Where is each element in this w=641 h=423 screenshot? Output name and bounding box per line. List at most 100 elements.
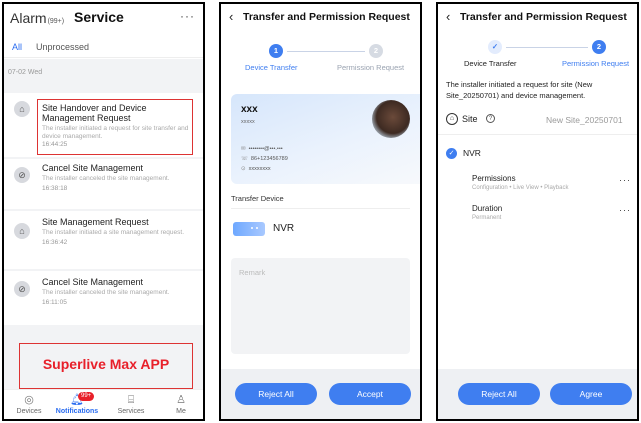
nav-devices[interactable]: ◎ Devices bbox=[4, 393, 54, 415]
devices-icon: ◎ bbox=[24, 394, 34, 406]
notification-list: 07-02 Wed ⌂ Site Handover and Device Man… bbox=[4, 59, 203, 389]
nav-notifications[interactable]: 🔔︎ 99+ Notifications bbox=[52, 392, 102, 415]
bottom-nav: ◎ Devices 🔔︎ 99+ Notifications ⌸ Service… bbox=[4, 389, 203, 419]
more-icon[interactable]: ··· bbox=[180, 9, 195, 23]
item-description: The installer initiated a request for si… bbox=[42, 125, 189, 140]
notification-badge: 99+ bbox=[78, 392, 95, 401]
accept-button[interactable]: Accept bbox=[329, 383, 411, 405]
app-label: Superlive Max APP bbox=[42, 356, 170, 372]
reject-all-button[interactable]: Reject All bbox=[458, 383, 540, 405]
site-label: Site bbox=[462, 114, 478, 124]
divider bbox=[231, 208, 410, 209]
reject-all-button[interactable]: Reject All bbox=[235, 383, 317, 405]
alarm-label: Alarm bbox=[10, 10, 47, 26]
avatar bbox=[372, 100, 410, 138]
permissions-value: Configuration • Live View • Playback bbox=[472, 185, 569, 191]
installer-card: xxx xxxxx ✉ ••••••••@•••.••• ☏ 86+12345678… bbox=[231, 94, 420, 184]
step-1-label: Device Transfer bbox=[464, 59, 517, 68]
step-2-indicator: 2 bbox=[369, 44, 383, 58]
item-title: Cancel Site Management bbox=[42, 277, 144, 287]
action-footer: Reject All Agree bbox=[438, 369, 637, 419]
screen-header: ‹ Transfer and Permission Request bbox=[438, 4, 637, 30]
filter-tabs: All Unprocessed bbox=[4, 34, 203, 58]
step-2-label: Permission Request bbox=[337, 63, 405, 72]
step-connector bbox=[506, 47, 588, 48]
phone-row: ☏ 86+123456789 bbox=[241, 156, 288, 162]
nav-label: Notifications bbox=[55, 408, 99, 415]
item-description: The installer initiated a site managemen… bbox=[42, 229, 184, 236]
site-icon: ⌂ bbox=[446, 113, 458, 125]
installer-phone: 86+123456789 bbox=[250, 156, 288, 162]
remark-field[interactable]: Remark bbox=[231, 258, 410, 354]
help-icon[interactable]: ? bbox=[486, 114, 495, 123]
services-icon: ⌸ bbox=[127, 394, 135, 406]
list-item[interactable]: ⌂ Site Management Request The installer … bbox=[4, 211, 203, 269]
nav-services[interactable]: ⌸ Services bbox=[106, 393, 156, 415]
step-2-label: Permission Request bbox=[562, 59, 630, 68]
duration-title: Duration bbox=[472, 204, 503, 213]
back-icon[interactable]: ‹ bbox=[229, 9, 233, 24]
screen-header: ‹ Transfer and Permission Request bbox=[221, 4, 420, 30]
person-icon: ♙ bbox=[176, 394, 186, 406]
site-icon: ⌂ bbox=[14, 101, 30, 117]
back-icon[interactable]: ‹ bbox=[446, 9, 450, 24]
cancel-icon: ⊘ bbox=[14, 281, 30, 297]
remark-placeholder: Remark bbox=[239, 268, 266, 277]
step-1-label: Device Transfer bbox=[245, 63, 298, 72]
item-time: 16:44:25 bbox=[42, 141, 68, 148]
installer-company: xxxxx bbox=[241, 119, 255, 125]
step-1-check-icon: ✓ bbox=[488, 40, 502, 54]
alarm-tab[interactable]: Alarm(99+) bbox=[10, 10, 64, 26]
item-title: Site Handover and Device Management Requ… bbox=[42, 103, 147, 123]
action-footer: Reject All Accept bbox=[221, 369, 420, 419]
tab-all[interactable]: All bbox=[12, 42, 22, 52]
device-name: NVR bbox=[463, 148, 481, 158]
tab-unprocessed[interactable]: Unprocessed bbox=[36, 42, 89, 52]
service-tab[interactable]: Service bbox=[74, 9, 124, 25]
site-row[interactable]: ⌂ Site ? New Site_20250701 bbox=[438, 105, 637, 135]
bell-icon: 🔔︎ bbox=[70, 394, 84, 406]
device-transfer-screen: ‹ Transfer and Permission Request 1 2 De… bbox=[219, 2, 422, 421]
device-name: NVR bbox=[273, 223, 295, 234]
notifications-screen: Alarm(99+) Service ··· All Unprocessed 0… bbox=[2, 2, 205, 421]
stepper: 1 2 Device Transfer Permission Request bbox=[221, 44, 420, 74]
email-row: ✉ ••••••••@•••.••• bbox=[241, 146, 283, 152]
nav-label: Me bbox=[176, 408, 186, 415]
device-row[interactable]: ✓ NVR bbox=[438, 145, 637, 165]
step-connector bbox=[287, 51, 365, 52]
item-title: Site Management Request bbox=[42, 217, 149, 227]
alarm-count: (99+) bbox=[47, 18, 65, 25]
check-icon[interactable]: ✓ bbox=[446, 148, 457, 159]
nav-label: Services bbox=[117, 408, 145, 415]
permission-request-screen: ‹ Transfer and Permission Request ✓ 2 De… bbox=[436, 2, 639, 421]
site-icon: ⌂ bbox=[14, 223, 30, 239]
installer-address: xxxxxxxx bbox=[248, 166, 271, 172]
transfer-device-label: Transfer Device bbox=[231, 194, 284, 203]
more-icon[interactable]: ··· bbox=[619, 175, 631, 185]
item-title: Cancel Site Management bbox=[42, 163, 144, 173]
duration-value: Permanent bbox=[472, 215, 502, 221]
duration-row[interactable]: Duration Permanent ··· bbox=[438, 204, 637, 226]
list-item[interactable]: ⌂ Site Handover and Device Management Re… bbox=[4, 93, 203, 157]
item-description: The installer canceled the site manageme… bbox=[42, 289, 170, 296]
date-label: 07-02 Wed bbox=[8, 69, 43, 76]
installer-email: ••••••••@•••.••• bbox=[248, 146, 283, 152]
list-item[interactable]: ⊘ Cancel Site Management The installer c… bbox=[4, 271, 203, 325]
list-item[interactable]: ⊘ Cancel Site Management The installer c… bbox=[4, 159, 203, 209]
permissions-title: Permissions bbox=[472, 174, 516, 183]
more-icon[interactable]: ··· bbox=[619, 205, 631, 215]
agree-button[interactable]: Agree bbox=[550, 383, 632, 405]
step-2-indicator: 2 bbox=[592, 40, 606, 54]
item-time: 16:11:05 bbox=[42, 299, 67, 306]
nav-me[interactable]: ♙ Me bbox=[156, 393, 203, 415]
stepper: ✓ 2 Device Transfer Permission Request bbox=[438, 40, 637, 70]
page-title: Transfer and Permission Request bbox=[460, 11, 627, 23]
site-value: New Site_20250701 bbox=[546, 115, 623, 125]
installer-name: xxx bbox=[241, 104, 258, 115]
permissions-row[interactable]: Permissions Configuration • Live View • … bbox=[438, 174, 637, 196]
cancel-icon: ⊘ bbox=[14, 167, 30, 183]
phone-icon: ☏ bbox=[241, 156, 248, 162]
mail-icon: ✉ bbox=[241, 146, 246, 152]
location-icon: ⊙ bbox=[241, 166, 246, 172]
app-label-box: Superlive Max APP bbox=[19, 343, 193, 389]
